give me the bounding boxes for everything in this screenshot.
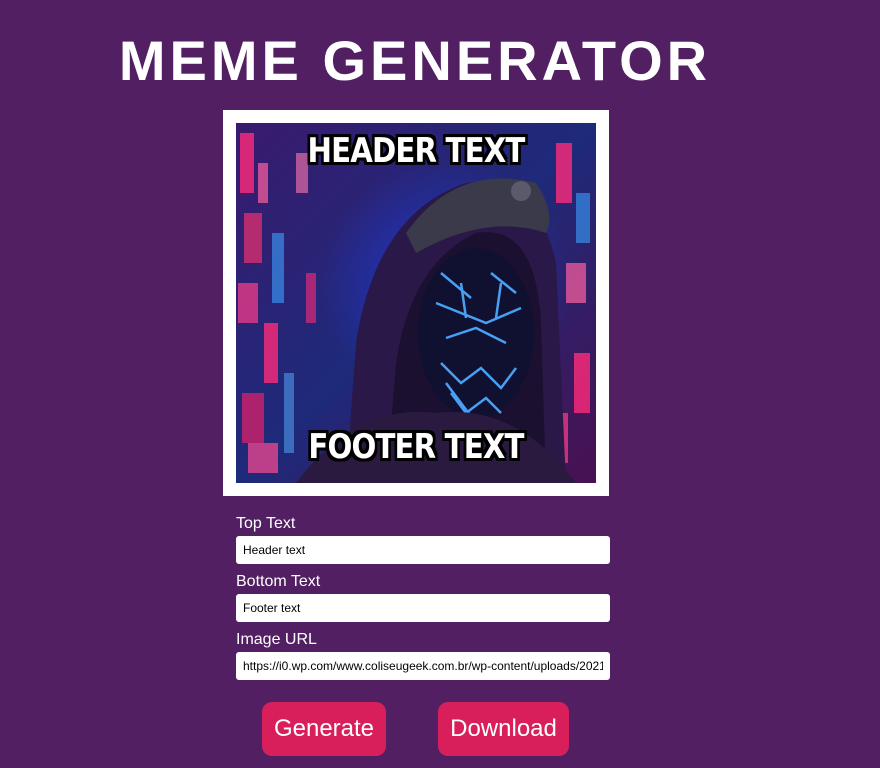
- download-button[interactable]: Download: [438, 702, 569, 756]
- generate-button[interactable]: Generate: [262, 702, 386, 756]
- bottom-text-label: Bottom Text: [236, 573, 321, 590]
- meme-generator-page: MEME GENERATOR HEADER TEXT FOOTER TEXT T…: [0, 0, 880, 768]
- bottom-text-input[interactable]: [236, 594, 610, 622]
- meme-preview-frame: HEADER TEXT FOOTER TEXT: [223, 110, 609, 496]
- page-title: MEME GENERATOR: [118, 29, 712, 92]
- image-url-input[interactable]: [236, 652, 610, 680]
- meme-form: Top Text Bottom Text Image URL: [236, 512, 610, 688]
- meme-top-caption: HEADER TEXT: [307, 131, 526, 171]
- meme-image: HEADER TEXT FOOTER TEXT: [236, 123, 596, 483]
- top-text-label: Top Text: [236, 515, 296, 532]
- top-text-input[interactable]: [236, 536, 610, 564]
- image-url-label: Image URL: [236, 631, 317, 648]
- meme-bottom-caption: FOOTER TEXT: [308, 427, 524, 467]
